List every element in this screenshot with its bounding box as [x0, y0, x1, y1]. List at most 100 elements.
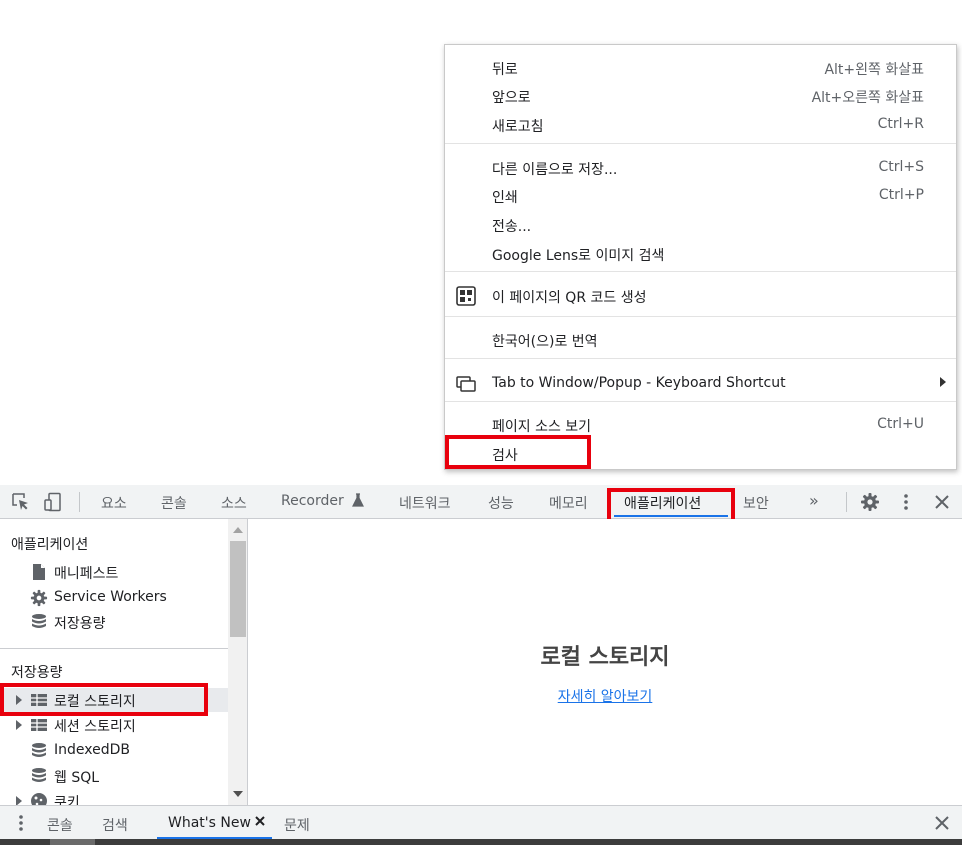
scrollbar-thumb[interactable]	[230, 541, 246, 637]
menu-item-label: 전송...	[492, 219, 532, 235]
sidebar-item-cookies[interactable]: 쿠키	[0, 789, 228, 805]
learn-more-link[interactable]: 자세히 알아보기	[558, 689, 653, 705]
close-drawer-icon[interactable]	[932, 813, 952, 833]
flask-icon	[352, 493, 365, 507]
menu-separator	[445, 316, 956, 317]
sidebar-item-service-workers[interactable]: Service Workers	[0, 586, 228, 610]
sidebar-item-session-storage[interactable]: 세션 스토리지	[0, 713, 228, 737]
expand-arrow-icon[interactable]	[16, 796, 22, 805]
tab-console[interactable]: 콘솔	[161, 493, 187, 513]
sidebar-separator	[0, 648, 228, 649]
tab-performance[interactable]: 성능	[488, 493, 514, 513]
tab-security[interactable]: 보안	[743, 493, 769, 513]
application-sidebar: 애플리케이션 매니페스트 Service Workers 저장용량 저장용량 로…	[0, 519, 248, 805]
tab-recorder[interactable]: Recorder	[281, 493, 365, 509]
menu-item-label: 페이지 소스 보기	[492, 419, 592, 435]
gear-icon	[30, 589, 48, 607]
tab-network[interactable]: 네트워크	[399, 493, 451, 513]
menu-item-back[interactable]: 뒤로 Alt+왼쪽 화살표	[445, 53, 956, 81]
database-icon	[30, 742, 48, 760]
context-menu: 뒤로 Alt+왼쪽 화살표 앞으로 Alt+오른쪽 화살표 새로고침 Ctrl+…	[444, 44, 957, 470]
menu-item-label: 앞으로	[492, 90, 531, 106]
menu-item-cast[interactable]: 전송...	[445, 210, 956, 238]
select-element-icon[interactable]	[11, 492, 31, 512]
sidebar-item-label: 쿠키	[54, 795, 80, 805]
tab-label: Recorder	[281, 493, 344, 509]
database-icon	[30, 613, 48, 631]
menu-item-qr-code[interactable]: 이 페이지의 QR 코드 생성	[445, 281, 956, 309]
drawer-tab-search[interactable]: 검색	[102, 815, 128, 835]
menu-item-label: Tab to Window/Popup - Keyboard Shortcut	[492, 375, 786, 391]
sidebar-item-local-storage[interactable]: 로컬 스토리지	[0, 688, 228, 712]
menu-item-label: 새로고침	[492, 119, 544, 135]
scroll-up-arrow-icon[interactable]	[233, 527, 243, 533]
settings-gear-icon[interactable]	[860, 492, 880, 512]
device-toolbar-icon[interactable]	[43, 492, 63, 512]
sidebar-item-label: 웹 SQL	[54, 770, 100, 786]
menu-item-shortcut: Alt+오른쪽 화살표	[811, 90, 924, 106]
menu-item-print[interactable]: 인쇄 Ctrl+P	[445, 181, 956, 209]
drawer-tab-issues[interactable]: 문제	[284, 815, 310, 835]
toolbar-separator	[846, 492, 847, 512]
menu-item-google-lens[interactable]: Google Lens로 이미지 검색	[445, 239, 956, 267]
sidebar-item-label: 매니페스트	[54, 566, 119, 582]
menu-item-save-as[interactable]: 다른 이름으로 저장... Ctrl+S	[445, 153, 956, 181]
sidebar-item-label: 로컬 스토리지	[54, 694, 136, 710]
panel-title: 로컬 스토리지	[540, 645, 670, 670]
drawer-menu-icon[interactable]	[11, 813, 31, 833]
drawer-tab-console[interactable]: 콘솔	[47, 815, 73, 835]
tab-memory[interactable]: 메모리	[549, 493, 588, 513]
sidebar-section-application: 애플리케이션	[11, 537, 89, 553]
sidebar-item-indexeddb[interactable]: IndexedDB	[0, 739, 228, 763]
menu-item-shortcut: Ctrl+R	[877, 116, 924, 132]
menu-item-label: 인쇄	[492, 190, 518, 206]
sidebar-section-storage: 저장용량	[11, 665, 63, 681]
tab-elements[interactable]: 요소	[101, 493, 127, 513]
menu-item-label: 검사	[492, 448, 518, 464]
menu-item-shortcut: Ctrl+P	[878, 187, 924, 203]
more-options-icon[interactable]	[896, 492, 916, 512]
toolbar-separator	[79, 492, 80, 512]
tab-sources[interactable]: 소스	[221, 493, 247, 513]
menu-item-inspect[interactable]: 검사	[445, 439, 956, 467]
cookie-icon	[30, 792, 48, 805]
sidebar-item-manifest[interactable]: 매니페스트	[0, 560, 228, 584]
table-icon	[30, 716, 48, 734]
devtools-drawer: 콘솔 검색 What's New 문제	[0, 805, 962, 839]
devtools-toolbar: 요소 콘솔 소스 Recorder 네트워크 성능 메모리 애플리케이션 보안 …	[0, 485, 962, 519]
close-tab-icon[interactable]	[254, 815, 266, 827]
menu-item-tab-to-window[interactable]: Tab to Window/Popup - Keyboard Shortcut	[445, 369, 956, 397]
active-tab-indicator	[614, 515, 728, 517]
menu-item-translate[interactable]: 한국어(으)로 번역	[445, 325, 956, 353]
menu-separator	[445, 401, 956, 402]
sidebar-item-label: 저장용량	[54, 616, 106, 632]
drawer-tab-whats-new[interactable]: What's New	[168, 815, 251, 831]
expand-arrow-icon[interactable]	[16, 720, 22, 730]
menu-item-forward[interactable]: 앞으로 Alt+오른쪽 화살표	[445, 81, 956, 109]
taskbar-strip	[0, 839, 962, 845]
menu-item-shortcut: Ctrl+S	[878, 159, 924, 175]
menu-item-reload[interactable]: 새로고침 Ctrl+R	[445, 110, 956, 138]
menu-item-label: 한국어(으)로 번역	[492, 334, 598, 350]
sidebar-item-label: 세션 스토리지	[54, 719, 136, 735]
database-icon	[30, 767, 48, 785]
storage-main-panel: 로컬 스토리지 자세히 알아보기	[248, 519, 962, 805]
menu-separator	[445, 358, 956, 359]
submenu-arrow-icon	[940, 377, 946, 387]
menu-separator	[445, 271, 956, 272]
scroll-down-arrow-icon[interactable]	[233, 791, 243, 797]
tab-application[interactable]: 애플리케이션	[624, 493, 701, 513]
document-icon	[30, 563, 48, 581]
learn-more-wrapper: 자세히 알아보기	[248, 686, 962, 706]
sidebar-item-storage[interactable]: 저장용량	[0, 610, 228, 634]
menu-separator	[445, 143, 956, 144]
sidebar-scrollbar[interactable]	[228, 519, 247, 805]
tab-window-icon	[456, 374, 476, 394]
qr-code-icon	[456, 286, 476, 306]
sidebar-item-web-sql[interactable]: 웹 SQL	[0, 764, 228, 788]
close-devtools-icon[interactable]	[932, 492, 952, 512]
menu-item-shortcut: Alt+왼쪽 화살표	[824, 62, 924, 78]
more-tabs-button[interactable]: »	[809, 491, 819, 510]
menu-item-view-source[interactable]: 페이지 소스 보기 Ctrl+U	[445, 410, 956, 438]
expand-arrow-icon[interactable]	[16, 695, 22, 705]
